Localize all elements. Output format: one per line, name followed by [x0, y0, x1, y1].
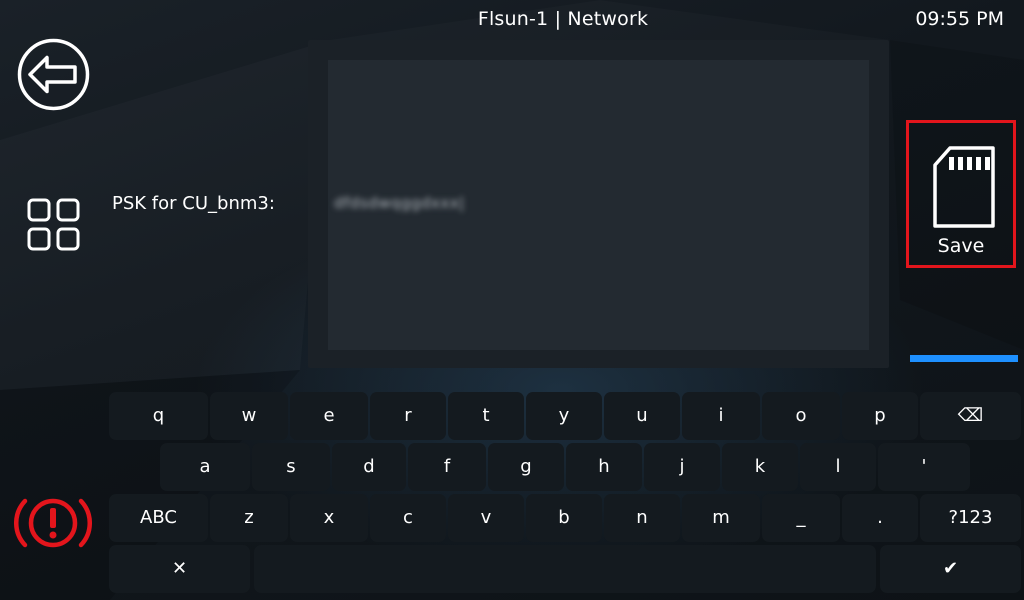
key-abc[interactable]: ABC	[109, 494, 208, 542]
key-s[interactable]: s	[252, 443, 330, 491]
key-d[interactable]: d	[332, 443, 406, 491]
key-underscore[interactable]: _	[762, 494, 840, 542]
key-c[interactable]: c	[370, 494, 446, 542]
sd-card-icon	[933, 146, 995, 228]
save-button-label: Save	[937, 235, 985, 257]
key-confirm[interactable]: ✔	[880, 545, 1021, 593]
key-j[interactable]: j	[644, 443, 720, 491]
key-m[interactable]: m	[682, 494, 760, 542]
title-bar: Flsun-1 | Network 09:55 PM	[0, 0, 1024, 40]
key-t[interactable]: t	[448, 392, 524, 440]
key-e[interactable]: e	[290, 392, 368, 440]
key-a[interactable]: a	[160, 443, 250, 491]
key-z[interactable]: z	[210, 494, 288, 542]
key-w[interactable]: w	[210, 392, 288, 440]
key-x[interactable]: x	[290, 494, 368, 542]
key-k[interactable]: k	[722, 443, 798, 491]
password-entry-frame: dfdsdwqggdxxx|	[308, 40, 889, 368]
key-l[interactable]: l	[800, 443, 876, 491]
main-menu-button[interactable]	[26, 197, 82, 253]
key-h[interactable]: h	[566, 443, 642, 491]
activity-indicator-bar	[910, 355, 1018, 362]
grid-menu-icon	[27, 198, 80, 251]
key-v[interactable]: v	[448, 494, 524, 542]
page-title: Flsun-1 | Network	[477, 8, 649, 30]
key-n[interactable]: n	[604, 494, 680, 542]
key-f[interactable]: f	[408, 443, 486, 491]
key-y[interactable]: y	[526, 392, 602, 440]
key-q[interactable]: q	[109, 392, 208, 440]
password-input-value: dfdsdwqggdxxx|	[334, 194, 465, 212]
key-i[interactable]: i	[682, 392, 760, 440]
key-space[interactable]	[254, 545, 876, 593]
key-b[interactable]: b	[526, 494, 602, 542]
key-apostrophe[interactable]: '	[878, 443, 970, 491]
key-close-keyboard[interactable]: ✕	[109, 545, 250, 593]
key-symbols[interactable]: ?123	[920, 494, 1021, 542]
key-r[interactable]: r	[370, 392, 446, 440]
key-period[interactable]: .	[842, 494, 918, 542]
back-button[interactable]	[16, 37, 91, 112]
psk-prompt-label: PSK for CU_bnm3:	[112, 193, 275, 214]
key-o[interactable]: o	[762, 392, 840, 440]
key-backspace[interactable]: ⌫	[920, 392, 1021, 440]
key-p[interactable]: p	[842, 392, 918, 440]
save-button[interactable]: Save	[906, 120, 1016, 268]
clock: 09:55 PM	[915, 8, 1004, 30]
emergency-stop-icon	[14, 498, 92, 548]
key-u[interactable]: u	[604, 392, 680, 440]
emergency-stop-button[interactable]	[14, 493, 92, 553]
back-arrow-circle-icon	[17, 38, 90, 111]
key-g[interactable]: g	[488, 443, 564, 491]
